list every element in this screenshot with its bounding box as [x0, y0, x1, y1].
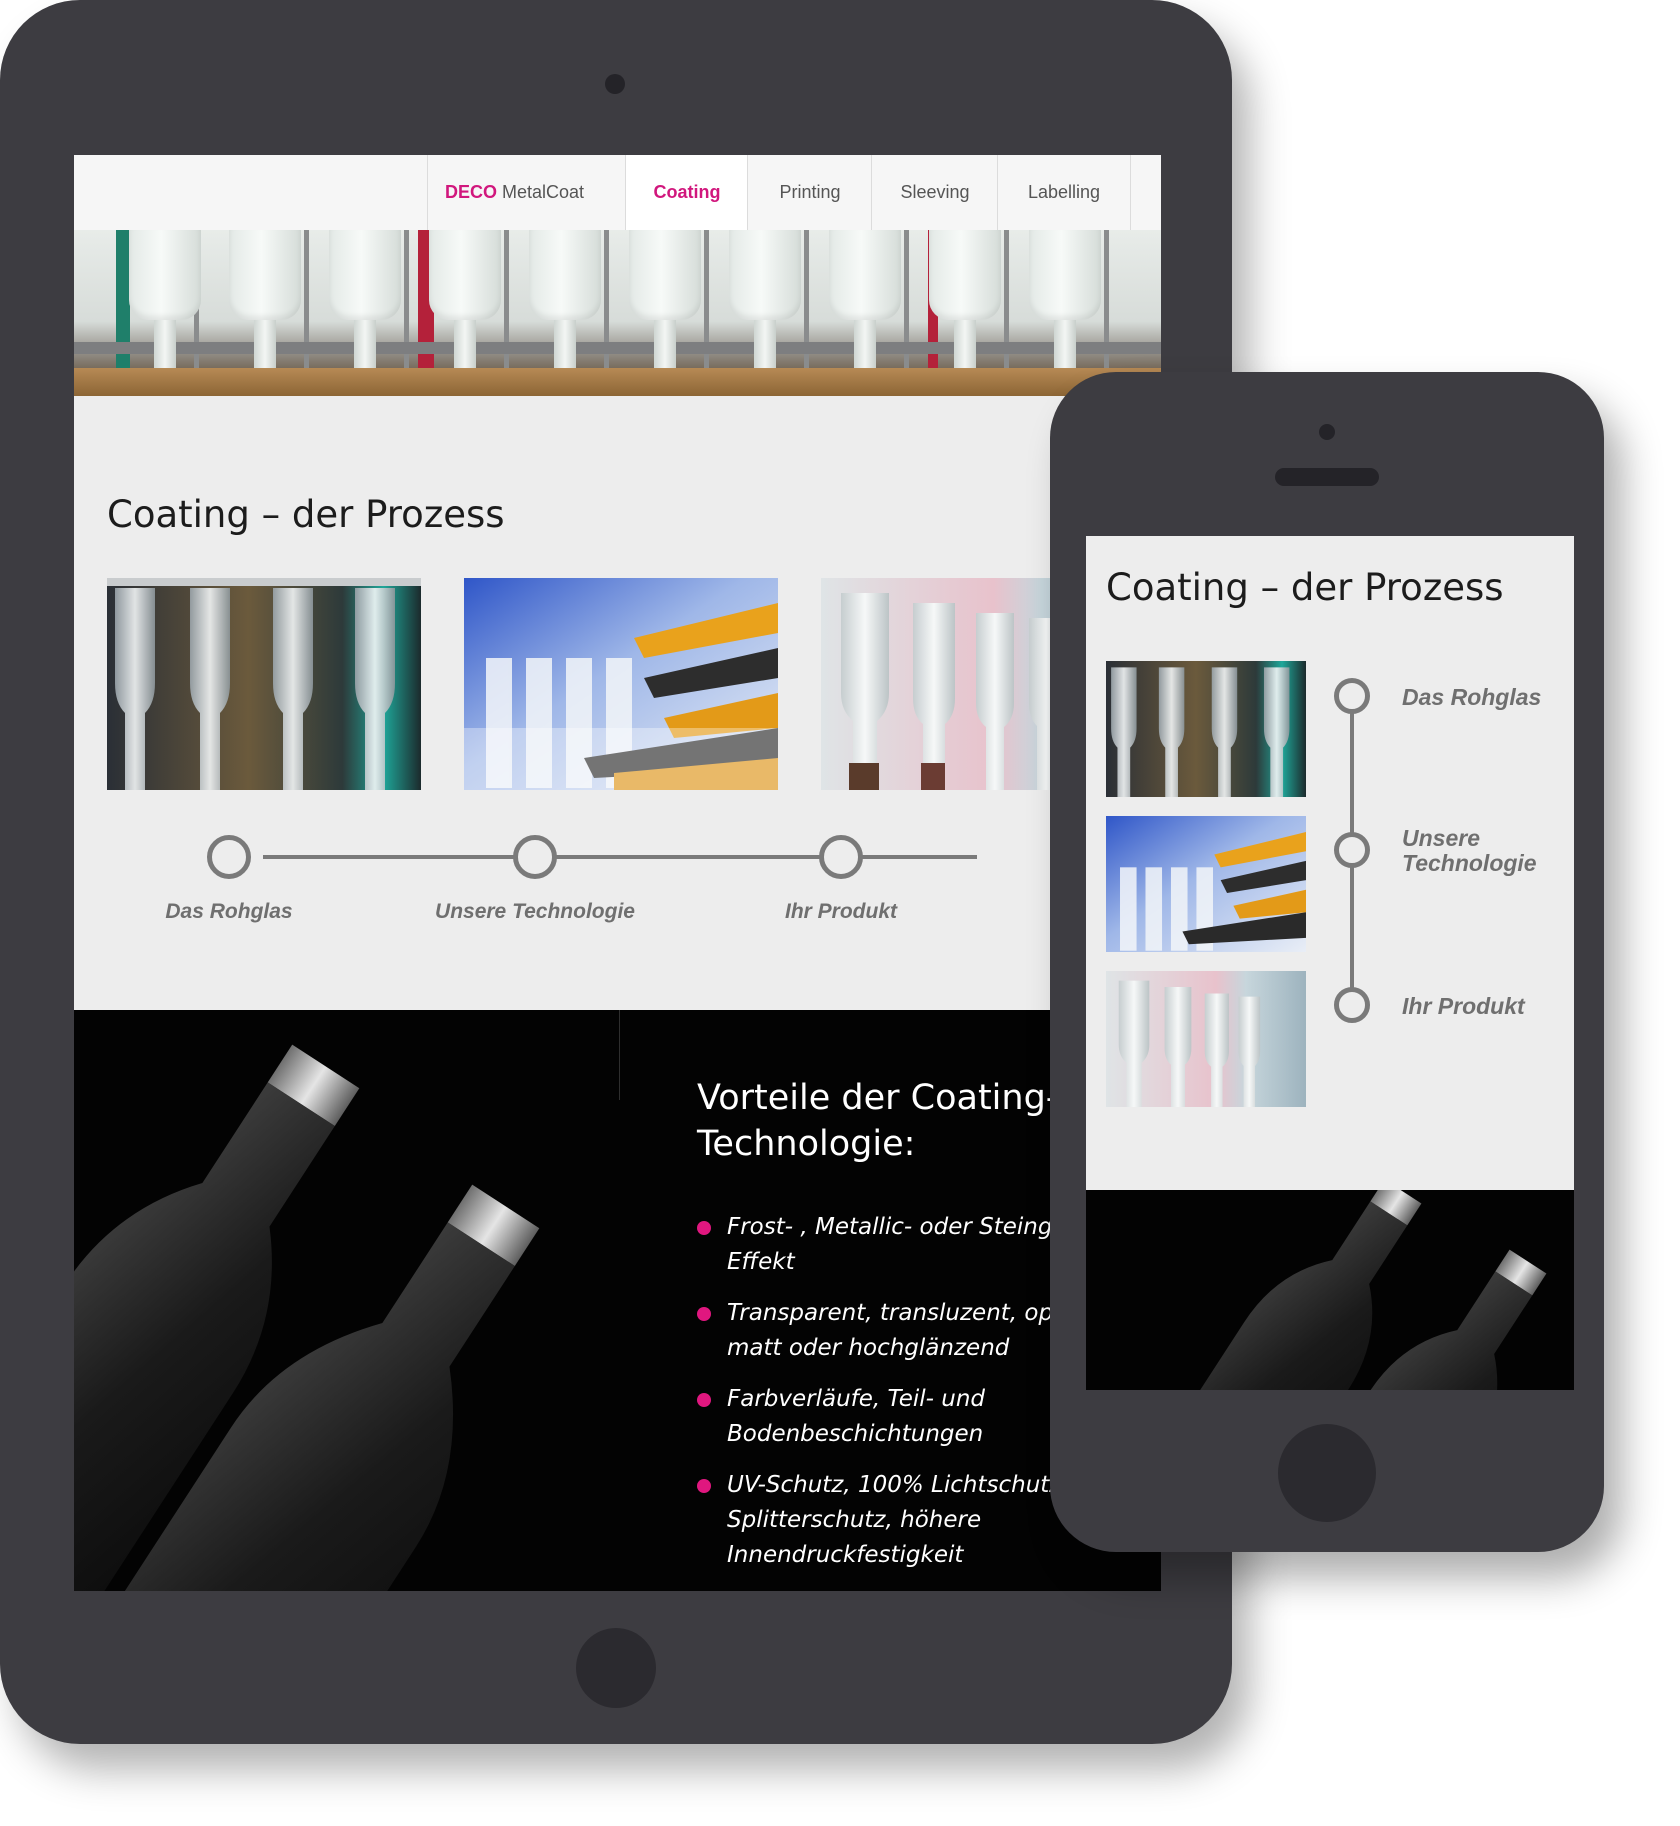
hero-rail	[74, 342, 1161, 354]
hero-bottle	[729, 230, 801, 320]
photo-raw-glass[interactable]	[107, 578, 421, 790]
phone-speaker-icon	[1275, 468, 1379, 486]
main-navigation: DECO MetalCoat Coating Printing Sleeving…	[74, 155, 1161, 231]
hero-bottle	[929, 230, 1001, 320]
page-title: Coating – der Prozess	[1106, 566, 1504, 609]
hero-bottle	[329, 230, 401, 320]
hero-bottle-neck	[254, 318, 276, 368]
hero-bottle-neck	[154, 318, 176, 368]
hero-bottle-neck	[554, 318, 576, 368]
tablet-screen: DECO MetalCoat Coating Printing Sleeving…	[74, 155, 1161, 1591]
advantage-text: Farbverläufe, Teil- und Bodenbeschichtun…	[727, 1386, 986, 1447]
process-timeline-line	[263, 855, 977, 859]
timeline-label-technologie[interactable]: Unsere Technologie	[1402, 826, 1567, 876]
nav-tab-coating[interactable]: Coating	[625, 155, 748, 230]
hero-bottle-neck	[754, 318, 776, 368]
nav-tab-sleeving[interactable]: Sleeving	[871, 155, 998, 230]
tablet-home-button-icon[interactable]	[576, 1628, 656, 1708]
advantages-title-line1: Vorteile der Coating-	[697, 1078, 1059, 1118]
bullet-dot-icon	[697, 1479, 711, 1493]
hero-bottle	[129, 230, 201, 320]
hero-bottle-neck	[354, 318, 376, 368]
timeline-node-rohglas[interactable]	[1334, 678, 1370, 714]
nav-tab-printing[interactable]: Printing	[747, 155, 872, 230]
advantages-title-line2: Technologie:	[697, 1124, 916, 1164]
hero-bottle-neck	[654, 318, 676, 368]
phone-camera-icon	[1319, 424, 1335, 440]
advantage-text: Transparent, transluzent, opak matt oder…	[727, 1300, 1081, 1361]
hero-bottle-neck	[1054, 318, 1076, 368]
phone-screen: Coating – der Prozess Das Rohglas Unsere…	[1086, 536, 1574, 1390]
hero-image-frosted-bottles	[74, 230, 1161, 396]
hero-bottle	[229, 230, 301, 320]
advantage-text: Frost- , Metallic- oder Steingut Effekt	[727, 1214, 1077, 1275]
bullet-dot-icon	[697, 1221, 711, 1235]
advantages-section-preview	[1086, 1190, 1574, 1390]
section-divider	[619, 1010, 620, 1100]
tablet-device: DECO MetalCoat Coating Printing Sleeving…	[0, 0, 1232, 1744]
timeline-label-technologie[interactable]: Unsere Technologie	[405, 900, 665, 924]
bullet-dot-icon	[697, 1393, 711, 1407]
hero-wood-base	[74, 368, 1161, 396]
hero-bottle-neck	[454, 318, 476, 368]
phone-device: Coating – der Prozess Das Rohglas Unsere…	[1050, 372, 1604, 1552]
hero-bottle	[1029, 230, 1101, 320]
bullet-dot-icon	[697, 1307, 711, 1321]
advantage-text: UV-Schutz, 100% Lichtschutz Splitterschu…	[727, 1472, 1062, 1568]
page-title: Coating – der Prozess	[107, 493, 505, 536]
timeline-node-rohglas[interactable]	[207, 835, 251, 879]
black-bottles-image	[1135, 1190, 1547, 1390]
photo-coating-technology[interactable]	[1106, 816, 1306, 952]
phone-home-button-icon[interactable]	[1278, 1424, 1376, 1522]
timeline-label-rohglas[interactable]: Das Rohglas	[1402, 685, 1567, 710]
timeline-node-technologie[interactable]	[1334, 832, 1370, 868]
timeline-node-technologie[interactable]	[513, 835, 557, 879]
hero-bottle	[429, 230, 501, 320]
hero-bottle-neck	[954, 318, 976, 368]
nav-brand-deco-metalcoat[interactable]: DECO MetalCoat	[427, 155, 601, 230]
timeline-node-produkt[interactable]	[819, 835, 863, 879]
tablet-camera-icon	[605, 74, 625, 94]
timeline-label-rohglas[interactable]: Das Rohglas	[99, 900, 359, 924]
photo-coating-technology[interactable]	[464, 578, 778, 790]
timeline-label-produkt[interactable]: Ihr Produkt	[711, 900, 971, 924]
brand-deco-label: DECO	[444, 182, 497, 202]
hero-bottle	[529, 230, 601, 320]
hero-bottle	[829, 230, 901, 320]
hero-bottle	[629, 230, 701, 320]
brand-metalcoat-label: MetalCoat	[496, 182, 585, 202]
photo-raw-glass[interactable]	[1106, 661, 1306, 797]
nav-tab-labelling[interactable]: Labelling	[997, 155, 1131, 230]
timeline-node-produkt[interactable]	[1334, 987, 1370, 1023]
timeline-label-produkt[interactable]: Ihr Produkt	[1402, 994, 1567, 1019]
photo-product[interactable]	[1106, 971, 1306, 1107]
black-bottles-image	[74, 1044, 540, 1591]
advantages-section: Vorteile der Coating- Technologie: Frost…	[74, 1010, 1161, 1591]
hero-bottle-neck	[854, 318, 876, 368]
